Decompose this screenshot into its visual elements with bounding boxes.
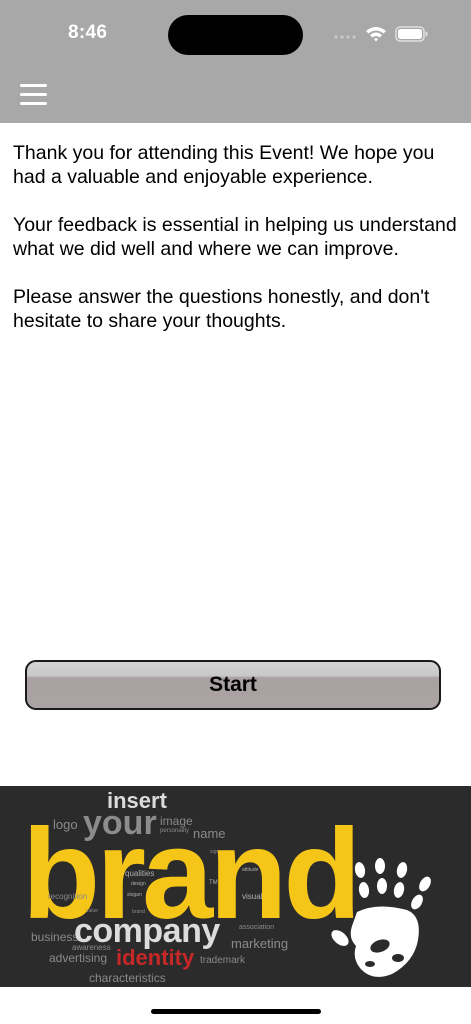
banner-word-visual: visual	[242, 892, 263, 901]
banner-word-identity: identity	[116, 945, 195, 970]
home-indicator	[151, 1009, 321, 1014]
cellular-signal-icon	[334, 35, 356, 39]
banner-word-characteristics: characteristics	[89, 971, 166, 985]
intro-paragraph-2: Your feedback is essential in helping us…	[13, 214, 457, 260]
banner-word-tm: TM	[209, 880, 218, 886]
hamburger-menu-icon[interactable]	[16, 80, 52, 110]
banner-word-attitude: attitude	[242, 867, 259, 873]
wifi-icon	[366, 27, 386, 42]
banner-word-business: business	[31, 930, 79, 944]
dynamic-island	[168, 15, 303, 55]
intro-paragraph-1: Thank you for attending this Event! We h…	[13, 142, 435, 188]
top-bar: 8:46	[0, 0, 471, 123]
banner-word-trademark: trademark	[200, 955, 246, 966]
intro-text: Thank you for attending this Event! We h…	[13, 141, 463, 357]
battery-icon	[395, 26, 428, 42]
banner-word-slogan: slogan	[127, 892, 142, 898]
banner-word-design: design	[131, 881, 146, 887]
banner-word-association: association	[239, 924, 275, 931]
intro-paragraph-3: Please answer the questions honestly, an…	[13, 286, 430, 332]
brand-banner-image: insert logo your image personality name …	[0, 786, 471, 987]
handprint-icon	[331, 858, 431, 977]
banner-word-advertising: advertising	[49, 951, 108, 965]
banner-word-recognition: recognition	[48, 892, 88, 901]
banner-word-qualities: qualities	[125, 869, 155, 878]
status-time: 8:46	[68, 22, 108, 43]
banner-word-marketing: marketing	[231, 936, 289, 951]
start-button[interactable]: Start	[25, 660, 441, 710]
